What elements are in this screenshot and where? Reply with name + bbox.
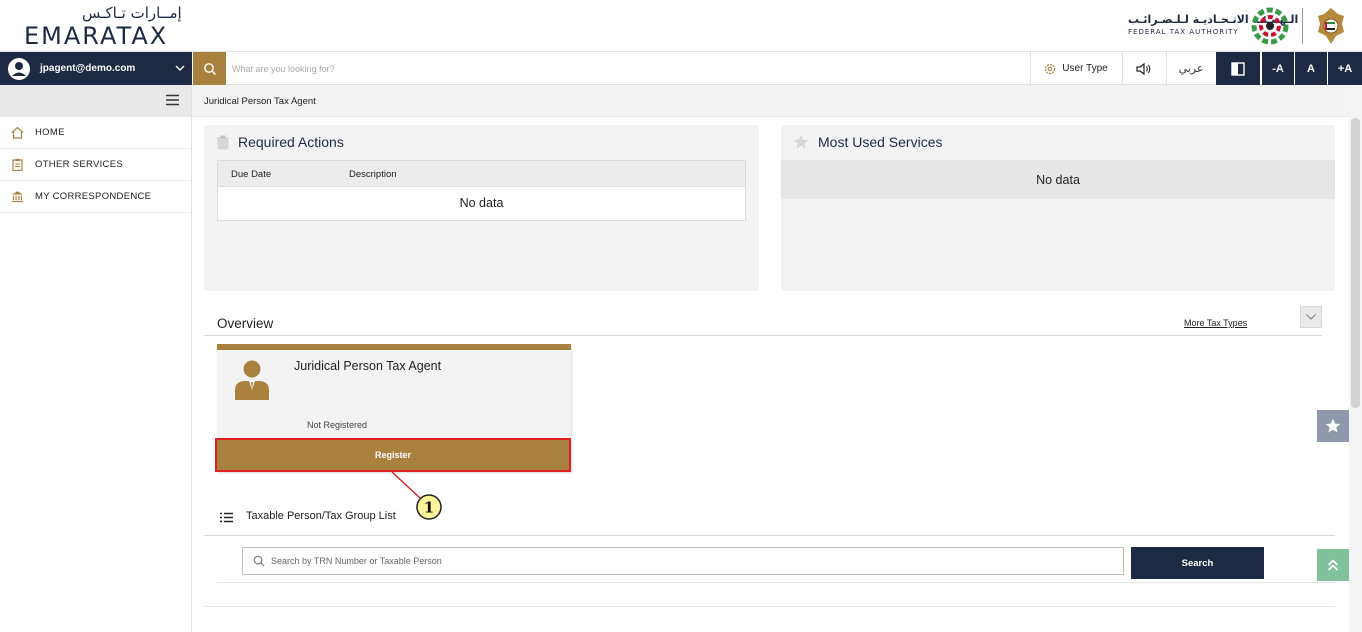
search-button[interactable] (193, 52, 226, 85)
emaratax-logo-arabic: إمــارات تـاكـس (82, 4, 182, 22)
emaratax-logo[interactable]: EMARATAX (24, 22, 168, 50)
contrast-toggle-button[interactable] (1216, 52, 1260, 85)
list-divider (204, 535, 1335, 536)
user-type-button[interactable]: User Type (1032, 52, 1120, 85)
chevron-down-icon[interactable] (174, 61, 186, 75)
breadcrumb: Juridical Person Tax Agent (204, 96, 316, 107)
toolbar-divider (1166, 52, 1167, 85)
column-header-description[interactable]: Description (349, 169, 397, 180)
search-icon (203, 62, 216, 75)
required-actions-title: Required Actions (238, 134, 344, 150)
collapse-overview-button[interactable] (1300, 306, 1322, 328)
tax-type-card: Juridical Person Tax Agent Not Registere… (215, 344, 571, 472)
toolbar-divider (1122, 52, 1123, 85)
star-icon (793, 134, 809, 149)
fta-logo-icon (1251, 7, 1289, 45)
global-search-input[interactable] (232, 58, 1012, 79)
fta-name-english: FEDERAL TAX AUTHORITY (1128, 28, 1239, 36)
most-used-services-title: Most Used Services (818, 134, 943, 150)
user-type-label: User Type (1062, 63, 1108, 74)
breadcrumb-bar: Juridical Person Tax Agent (192, 85, 1362, 117)
hamburger-menu-icon[interactable] (166, 94, 179, 106)
sidebar: HOME OTHER SERVICES MY CORRESPONDENCE (0, 85, 192, 632)
taxable-person-list-title: Taxable Person/Tax Group List (246, 510, 396, 522)
no-data-row: No data (781, 160, 1335, 199)
registration-status: Not Registered (307, 420, 368, 430)
trn-search-box (242, 547, 1124, 575)
toolbar: jpagent@demo.com User Type عربي - (0, 52, 1362, 85)
header: إمــارات تـاكـس EMARATAX الـهـيـئـة الات… (0, 0, 1362, 52)
sidebar-item-my-correspondence[interactable]: MY CORRESPONDENCE (0, 181, 191, 213)
sidebar-item-label: HOME (35, 127, 65, 138)
language-toggle[interactable]: عربي (1168, 52, 1214, 85)
divider (217, 582, 1335, 583)
scroll-to-top-button[interactable] (1317, 549, 1349, 581)
double-chevron-up-icon (1327, 559, 1339, 571)
table-header: Due Date Description (218, 161, 745, 187)
user-menu[interactable]: jpagent@demo.com (0, 52, 192, 85)
clipboard-icon (12, 158, 23, 171)
star-icon (1325, 418, 1341, 433)
sidebar-item-label: MY CORRESPONDENCE (35, 191, 152, 202)
font-normal-button[interactable]: A (1295, 52, 1327, 85)
column-header-due-date[interactable]: Due Date (231, 169, 271, 180)
divider (204, 606, 1335, 607)
callout-number: 1 (424, 499, 434, 517)
sidebar-item-other-services[interactable]: OTHER SERVICES (0, 149, 191, 181)
user-avatar-icon (8, 57, 30, 80)
tax-card-title: Juridical Person Tax Agent (294, 359, 442, 373)
toolbar-divider (1030, 52, 1031, 85)
header-divider (1302, 8, 1303, 44)
font-decrease-button[interactable]: -A (1262, 52, 1294, 85)
trn-search-button[interactable]: Search (1131, 547, 1264, 579)
contrast-icon (1231, 61, 1245, 76)
list-icon (220, 512, 233, 523)
font-increase-button[interactable]: +A (1328, 52, 1362, 85)
favorites-button[interactable] (1317, 410, 1349, 442)
user-email: jpagent@demo.com (40, 63, 136, 74)
speaker-icon (1136, 62, 1151, 75)
required-actions-table: Due Date Description No data (217, 160, 746, 221)
uae-emblem-icon (1318, 8, 1344, 44)
most-used-services-panel: Most Used Services No data (781, 125, 1335, 291)
text-to-speech-button[interactable] (1124, 52, 1164, 85)
scrollbar-thumb[interactable] (1351, 118, 1360, 408)
sidebar-header (0, 85, 191, 117)
chevron-down-icon (1306, 314, 1316, 320)
institution-icon (12, 191, 23, 203)
search-icon (253, 555, 265, 567)
sidebar-item-label: OTHER SERVICES (35, 159, 123, 170)
gear-icon (1045, 63, 1056, 74)
no-data-message: No data (1036, 173, 1080, 187)
no-data-message: No data (459, 196, 504, 210)
required-actions-panel: Required Actions Due Date Description No… (204, 125, 759, 291)
step-callout-marker: 1 (391, 471, 442, 520)
clipboard-icon (217, 135, 229, 150)
register-button[interactable]: Register (215, 438, 571, 472)
overview-title: Overview (217, 316, 274, 331)
trn-search-input[interactable] (271, 551, 1111, 571)
home-icon (11, 126, 24, 139)
more-tax-types-link[interactable]: More Tax Types (1184, 318, 1247, 328)
overview-divider (204, 335, 1322, 336)
person-icon (235, 360, 269, 400)
sidebar-item-home[interactable]: HOME (0, 117, 191, 149)
